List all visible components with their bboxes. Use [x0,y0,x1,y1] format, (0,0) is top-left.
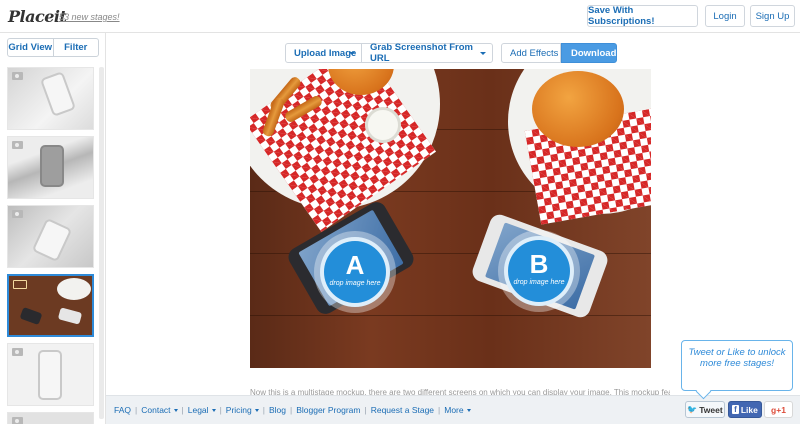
phone-silhouette [38,350,62,400]
chevron-down-icon [349,52,355,55]
drop-zone-a-hint: drop image here [329,280,381,287]
drop-zone-b[interactable]: B drop image here [504,236,574,306]
camera-icon [12,72,23,80]
drop-zone-a[interactable]: A drop image here [320,237,390,307]
mockup-canvas: A drop image here B drop image here [250,69,651,368]
add-effects-button[interactable]: Add Effects [501,43,561,63]
upload-image-label: Upload Image [294,47,357,59]
like-label: Like [740,404,758,415]
new-stages-link[interactable]: 53 new stages! [59,12,120,22]
facebook-icon: f [732,405,739,414]
footer-link-blogger-program[interactable]: Blogger Program [296,405,360,415]
footer-separator: | [290,405,293,415]
stage-thumbnail[interactable] [7,205,94,268]
tweet-button[interactable]: 🐦 Tweet [685,401,725,418]
camera-icon [12,348,23,356]
phone-silhouette [31,217,73,263]
twitter-bird-icon: 🐦 [687,405,698,414]
footer-separator: | [262,405,265,415]
thumbnail-list [7,67,94,424]
camera-icon [12,417,23,424]
signup-button[interactable]: Sign Up [750,5,795,27]
subscriptions-button[interactable]: Save With Subscriptions! [587,5,698,27]
stage-thumbnail[interactable] [7,412,94,424]
view-toggle: Grid View Filter [7,38,99,57]
footer-link-pricing[interactable]: Pricing [226,405,259,415]
camera-icon [12,141,23,149]
phone-thumb [19,306,43,326]
wood-plank-line [250,315,651,316]
drop-zone-b-letter: B [529,249,549,279]
grab-screenshot-button[interactable]: Grab Screenshot From URL [361,42,493,64]
phone-silhouette [40,145,64,187]
chevron-down-icon [173,408,178,412]
upload-image-button[interactable]: Upload Image [285,43,362,63]
download-button[interactable]: Download [561,43,617,63]
stage-thumbnail[interactable] [7,136,94,199]
footer-separator: | [135,405,138,415]
footer-separator: | [438,405,441,415]
login-button[interactable]: Login [705,5,745,27]
stage-thumbnail[interactable] [7,343,94,406]
footer-separator: | [181,405,184,415]
right-burger [532,71,624,147]
stage-thumbnail[interactable] [7,67,94,130]
chevron-down-icon [480,52,486,55]
grab-screenshot-label: Grab Screenshot From URL [370,42,473,64]
chevron-down-icon [466,408,471,412]
tweet-label: Tweet [699,404,723,415]
sidebar-scrollbar[interactable] [99,67,104,419]
google-plus-button[interactable]: g+1 [764,401,793,418]
stage-sidebar: Grid View Filter [0,33,106,424]
footer-link-legal[interactable]: Legal [188,405,216,415]
grid-view-button[interactable]: Grid View [8,39,53,56]
multi-screen-icon [13,280,27,289]
filter-button[interactable]: Filter [52,39,99,56]
camera-icon [12,210,23,218]
footer-separator: | [219,405,222,415]
drop-zone-b-hint: drop image here [513,279,565,286]
phone-silhouette [39,71,77,117]
social-unlock-tooltip: Tweet or Like to unlock more free stages… [681,340,793,391]
drop-zone-a-letter: A [345,250,365,280]
footer-link-blog[interactable]: Blog [269,405,286,415]
plate-thumb [57,278,91,300]
sauce-cup [365,107,401,143]
footer-separator: | [364,405,367,415]
top-header: Placeit 53 new stages! Save With Subscri… [0,0,800,33]
chevron-down-icon [254,408,259,412]
footer-bar: FAQ | Contact | Legal | Pricing | Blog |… [106,395,800,424]
chevron-down-icon [211,408,216,412]
facebook-like-button[interactable]: f Like [728,401,762,418]
footer-link-faq[interactable]: FAQ [114,405,131,415]
placeit-logo[interactable]: Placeit [8,7,67,26]
footer-link-more[interactable]: More [444,405,471,415]
footer-link-contact[interactable]: Contact [141,405,178,415]
phone-thumb [57,307,83,325]
footer-links: FAQ | Contact | Legal | Pricing | Blog |… [114,405,471,415]
stage-thumbnail-selected[interactable] [7,274,94,337]
footer-link-request-stage[interactable]: Request a Stage [371,405,434,415]
